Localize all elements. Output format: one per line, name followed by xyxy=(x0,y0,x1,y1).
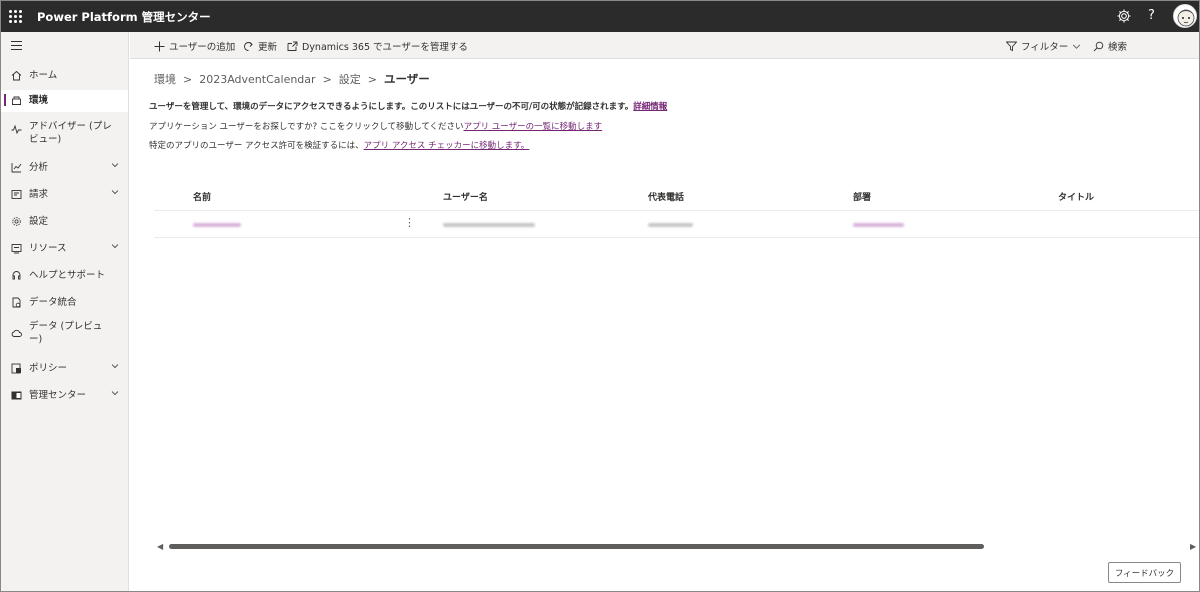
avatar[interactable] xyxy=(1173,4,1197,28)
sidebar-item-settings[interactable]: 設定 xyxy=(1,213,128,233)
sidebar-item-admin-center[interactable]: 管理センター xyxy=(1,387,128,407)
scroll-right-arrow-icon[interactable]: ▶ xyxy=(1190,542,1196,551)
chevron-down-icon[interactable] xyxy=(111,362,119,370)
sidebar-item-data-integration[interactable]: データ統合 xyxy=(1,294,128,314)
refresh-icon xyxy=(244,41,253,51)
advisor-icon xyxy=(11,124,22,135)
sidebar-item-label: データ統合 xyxy=(29,297,77,308)
add-user-button[interactable]: ユーザーの追加 xyxy=(154,39,235,53)
feedback-button[interactable]: フィードバック xyxy=(1108,562,1181,583)
learn-more-link[interactable]: 詳細情報 xyxy=(633,102,667,112)
help-icon[interactable]: ? xyxy=(1148,8,1155,23)
breadcrumb-environment-name[interactable]: 2023AdventCalendar xyxy=(199,73,315,86)
chevron-down-icon[interactable] xyxy=(111,389,119,397)
refresh-label: 更新 xyxy=(258,42,278,53)
hamburger-icon[interactable] xyxy=(11,41,22,50)
chevron-down-icon[interactable] xyxy=(111,188,119,196)
headset-icon xyxy=(12,271,21,280)
policy-icon xyxy=(11,363,21,374)
billing-icon xyxy=(11,190,22,199)
admin-center-icon xyxy=(11,391,22,400)
sidebar: ホーム 環境 アドバイザー (プレビュー) 分析 請求 設定 リソース ヘルプと… xyxy=(1,32,129,591)
user-name-cell[interactable] xyxy=(193,223,241,227)
user-phone-cell xyxy=(648,223,693,227)
breadcrumb-environments[interactable]: 環境 xyxy=(154,71,176,87)
chevron-right-icon: > xyxy=(183,72,193,86)
app-window: Power Platform 管理センター ? ホーム 環境 アドバイザー (プ… xyxy=(0,0,1200,592)
data-integration-icon xyxy=(12,297,21,308)
sidebar-item-billing[interactable]: 請求 xyxy=(1,186,128,206)
sidebar-item-label: ヘルプとサポート xyxy=(29,270,106,281)
cloud-icon xyxy=(11,329,22,337)
info-text: アプリケーション ユーザーをお探しですか? ここをクリックして移動してください xyxy=(149,122,464,132)
search-button[interactable]: 検索 xyxy=(1093,39,1127,53)
sidebar-item-advisor[interactable]: アドバイザー (プレビュー) xyxy=(1,118,128,148)
user-username-cell xyxy=(443,223,535,227)
home-icon xyxy=(11,70,22,81)
search-icon xyxy=(1093,41,1104,51)
environment-icon xyxy=(12,96,21,105)
chevron-down-icon[interactable] xyxy=(111,242,119,250)
info-line-1: ユーザーを管理して、環境のデータにアクセスできるようにします。このリストにはユー… xyxy=(149,100,667,112)
scroll-left-arrow-icon[interactable]: ◀ xyxy=(157,542,163,551)
column-header-username[interactable]: ユーザー名 xyxy=(443,190,488,203)
more-options-icon[interactable]: ⋮ xyxy=(404,216,415,229)
app-title[interactable]: Power Platform 管理センター xyxy=(37,9,211,25)
column-header-name[interactable]: 名前 xyxy=(193,190,211,203)
manage-in-dynamics-button[interactable]: Dynamics 365 でユーザーを管理する xyxy=(287,39,468,53)
plus-icon xyxy=(154,41,165,51)
page-title: ユーザー xyxy=(384,72,430,86)
info-text: 特定のアプリのユーザー アクセス許可を検証するには、 xyxy=(149,141,364,151)
sidebar-item-analytics[interactable]: 分析 xyxy=(1,159,128,179)
filter-icon xyxy=(1006,41,1017,51)
settings-icon xyxy=(12,217,21,226)
sidebar-item-help-support[interactable]: ヘルプとサポート xyxy=(1,267,128,287)
app-users-link[interactable]: アプリ ユーザーの一覧に移動します xyxy=(464,122,603,132)
info-text: ユーザーを管理して、環境のデータにアクセスできるようにします。このリストにはユー… xyxy=(149,102,634,112)
sidebar-item-label: 環境 xyxy=(29,95,49,106)
chevron-right-icon: > xyxy=(322,72,332,86)
analytics-icon xyxy=(11,163,22,173)
info-line-2: アプリケーション ユーザーをお探しですか? ここをクリックして移動してくださいア… xyxy=(149,120,602,132)
sidebar-item-resources[interactable]: リソース xyxy=(1,240,128,260)
user-department-cell[interactable] xyxy=(853,223,904,227)
chevron-right-icon: > xyxy=(367,72,377,86)
top-bar: Power Platform 管理センター ? xyxy=(1,1,1199,32)
info-line-3: 特定のアプリのユーザー アクセス許可を検証するには、アプリ アクセス チェッカー… xyxy=(149,139,529,151)
filter-label: フィルター xyxy=(1021,42,1069,53)
column-header-department[interactable]: 部署 xyxy=(853,190,871,203)
table-row[interactable] xyxy=(154,210,1199,238)
filter-button[interactable]: フィルター xyxy=(1006,39,1085,53)
refresh-button[interactable]: 更新 xyxy=(243,39,277,53)
gear-icon[interactable] xyxy=(1116,8,1132,24)
sidebar-item-environments[interactable]: 環境 xyxy=(1,90,128,112)
chevron-down-icon[interactable] xyxy=(111,161,119,169)
app-access-checker-link[interactable]: アプリ アクセス チェッカーに移動します。 xyxy=(364,141,530,151)
resources-icon xyxy=(11,244,22,254)
sidebar-item-label: データ (プレビュー) xyxy=(29,321,103,345)
open-external-icon xyxy=(287,41,298,51)
sidebar-item-home[interactable]: ホーム xyxy=(1,65,128,85)
breadcrumb-settings[interactable]: 設定 xyxy=(339,71,361,87)
sidebar-item-label: ホーム xyxy=(29,70,58,81)
breadcrumb: 環境 > 2023AdventCalendar > 設定 > ユーザー xyxy=(154,71,430,87)
command-bar: ユーザーの追加 更新 Dynamics 365 でユーザーを管理する フィルター… xyxy=(130,32,1199,59)
sidebar-item-label: アドバイザー (プレビュー) xyxy=(29,121,112,145)
chevron-down-icon xyxy=(1073,43,1081,49)
search-label: 検索 xyxy=(1108,42,1128,53)
app-launcher-icon[interactable] xyxy=(9,10,22,23)
column-header-phone[interactable]: 代表電話 xyxy=(648,190,684,203)
manage-in-dynamics-label: Dynamics 365 でユーザーを管理する xyxy=(302,42,468,53)
sidebar-item-label: 設定 xyxy=(29,216,49,227)
add-user-label: ユーザーの追加 xyxy=(169,42,236,53)
sidebar-item-policy[interactable]: ポリシー xyxy=(1,360,128,380)
horizontal-scrollbar[interactable] xyxy=(169,544,984,549)
column-header-title[interactable]: タイトル xyxy=(1058,190,1094,203)
sidebar-item-data-preview[interactable]: データ (プレビュー) xyxy=(1,318,128,350)
